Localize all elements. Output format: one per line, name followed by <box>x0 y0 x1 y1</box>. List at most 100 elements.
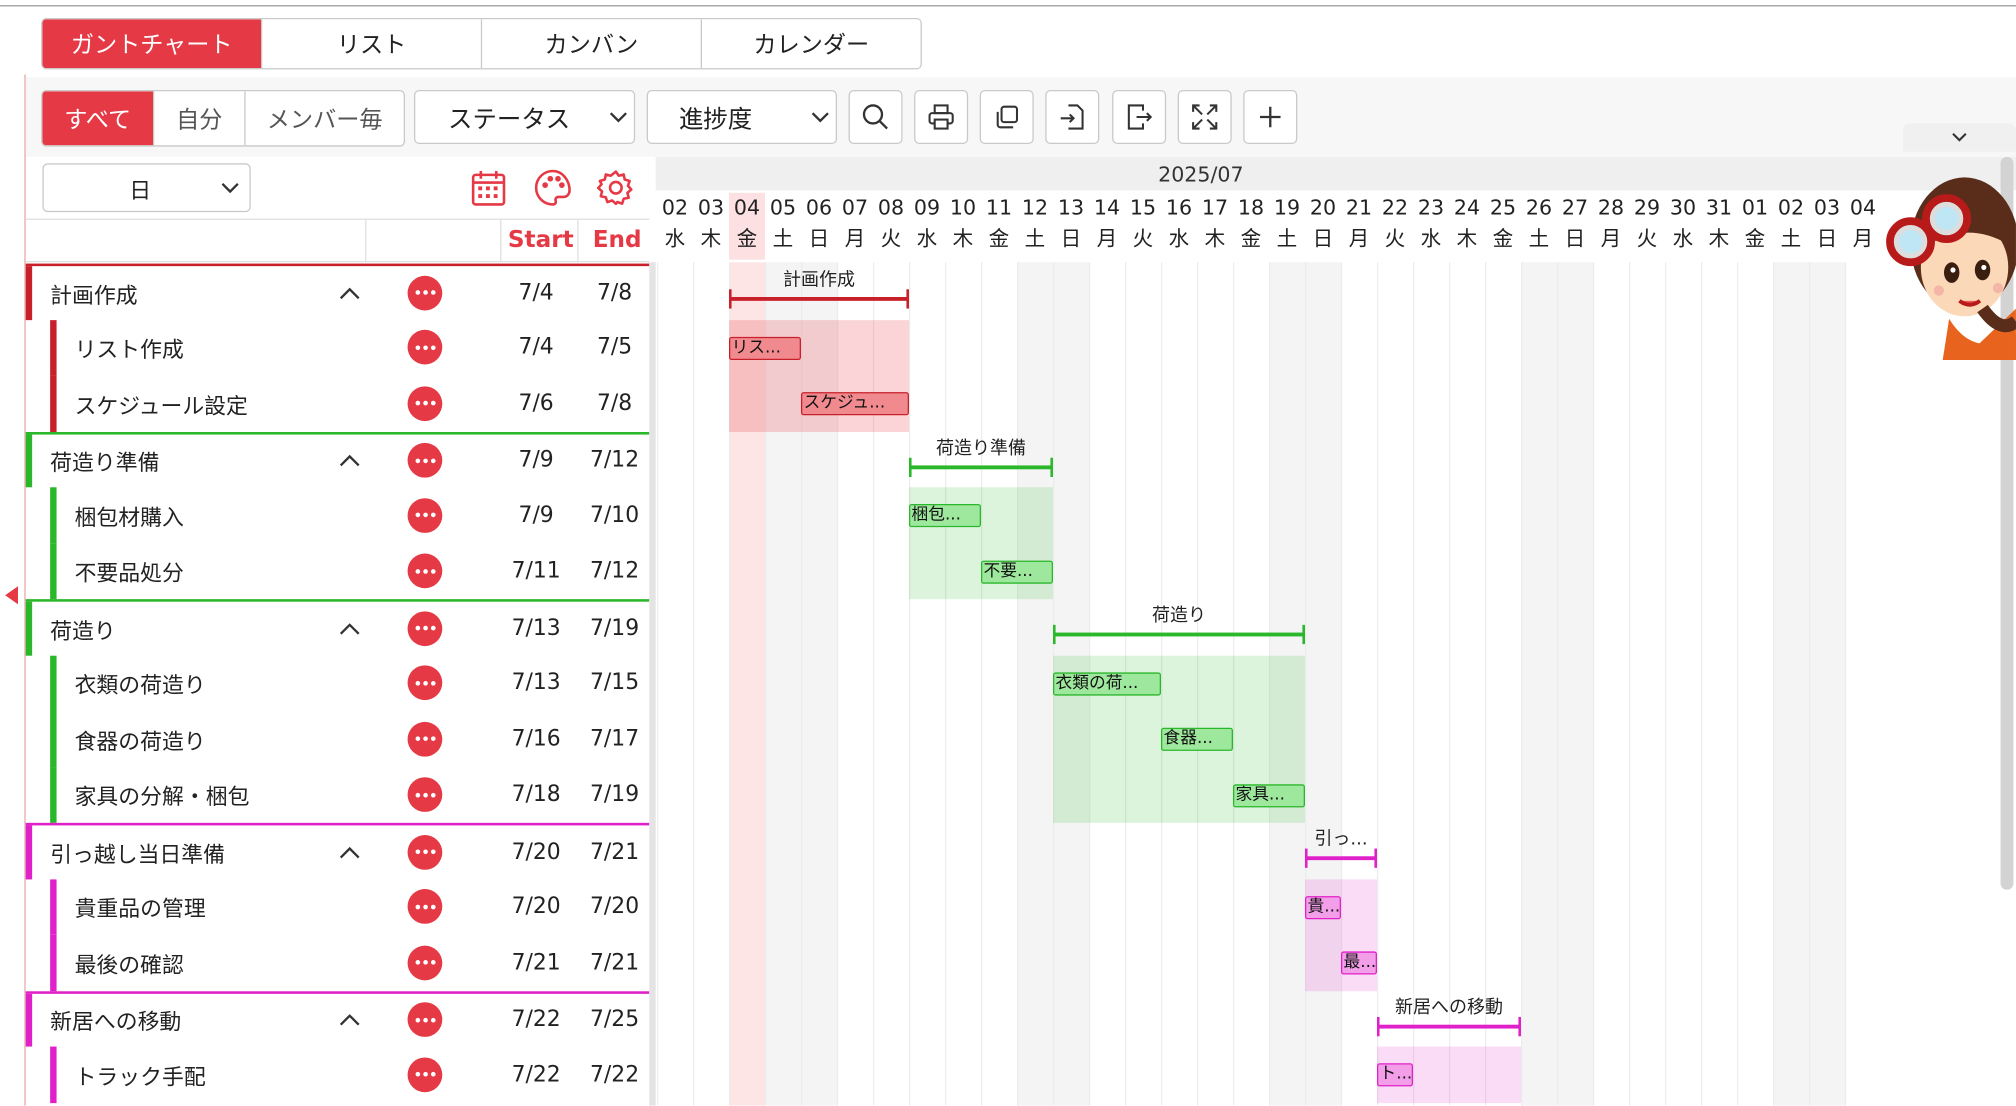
task-bar[interactable]: 衣類の荷... <box>1052 671 1161 695</box>
print-icon <box>928 104 954 130</box>
filter-me-button[interactable]: 自分 <box>152 91 244 146</box>
task-group-row[interactable]: 引っ越し当日準備 7/20 7/21 <box>25 822 650 879</box>
task-end-date: 7/12 <box>590 447 640 474</box>
task-bar[interactable]: 貴... <box>1304 895 1341 919</box>
task-group-row[interactable]: 新居への移動 7/22 7/25 <box>25 990 650 1047</box>
task-group-row[interactable]: 計画作成 7/4 7/8 <box>25 263 650 320</box>
more-options-button[interactable] <box>407 665 443 701</box>
more-options-button[interactable] <box>407 1002 443 1038</box>
task-bar[interactable]: 最... <box>1340 951 1377 975</box>
more-options-button[interactable] <box>407 497 443 533</box>
status-select[interactable]: ステータス <box>413 89 636 144</box>
day-number: 15 <box>1129 195 1157 220</box>
task-row[interactable]: 最後の確認 7/21 7/21 <box>26 934 650 991</box>
more-options-button[interactable] <box>407 443 443 478</box>
color-indicator <box>50 655 57 711</box>
task-bar[interactable]: 食器... <box>1160 727 1233 751</box>
day-header: 22 火 <box>1377 193 1413 260</box>
more-options-button[interactable] <box>407 834 443 870</box>
expand-sidebar-arrow-icon[interactable] <box>5 586 18 605</box>
settings-button[interactable] <box>596 168 636 212</box>
tab-calendar[interactable]: カレンダー <box>700 19 921 69</box>
calendar-button[interactable] <box>471 168 507 212</box>
chevron-up-icon[interactable] <box>339 286 360 299</box>
color-indicator <box>25 433 33 488</box>
more-options-button[interactable] <box>407 553 443 589</box>
chevron-up-icon[interactable] <box>339 1013 360 1026</box>
more-options-button[interactable] <box>407 777 443 813</box>
task-row[interactable]: スケジュール設定 7/6 7/8 <box>26 375 650 432</box>
group-summary-bar[interactable] <box>1052 624 1305 645</box>
color-indicator <box>50 878 57 935</box>
task-row[interactable]: 貴重品の管理 7/20 7/20 <box>26 878 650 935</box>
task-row[interactable]: 梱包材購入 7/9 7/10 <box>26 487 650 544</box>
tab-kanban[interactable]: カンバン <box>480 19 701 69</box>
chevron-down-icon <box>1952 132 1967 142</box>
group-summary-bar[interactable] <box>728 289 909 309</box>
color-button[interactable] <box>534 168 573 212</box>
day-number: 26 <box>1525 195 1553 220</box>
ellipsis-icon <box>414 401 435 406</box>
task-bar[interactable]: ト... <box>1376 1063 1413 1087</box>
task-bar[interactable]: 家具... <box>1232 783 1305 807</box>
more-options-button[interactable] <box>407 889 443 925</box>
more-options-button[interactable] <box>407 721 443 757</box>
task-bar[interactable]: 梱包... <box>908 503 981 528</box>
time-unit-select[interactable]: 日 <box>42 163 251 213</box>
filter-all-button[interactable]: すべて <box>42 91 153 146</box>
day-header: 02 水 <box>657 193 693 260</box>
export-button[interactable] <box>1112 89 1167 144</box>
ellipsis-icon <box>414 1072 435 1077</box>
collapse-toolbar-button[interactable] <box>1902 123 2016 152</box>
task-row[interactable]: 不要品処分 7/11 7/12 <box>26 543 650 600</box>
fullscreen-button[interactable] <box>1177 89 1232 144</box>
weekday-label: 日 <box>1060 226 1082 251</box>
chevron-up-icon[interactable] <box>339 454 360 467</box>
group-bar-label: 荷造り準備 <box>935 437 1026 459</box>
tab-list[interactable]: リスト <box>260 19 481 69</box>
task-row[interactable]: 食器の荷造り 7/16 7/17 <box>26 710 650 767</box>
day-header: 17 木 <box>1197 193 1233 260</box>
task-bar[interactable]: スケジュ... <box>800 392 909 416</box>
task-end-date: 7/10 <box>590 502 640 529</box>
task-row[interactable]: トラック手配 7/22 7/22 <box>26 1046 650 1103</box>
task-row[interactable]: リスト作成 7/4 7/5 <box>26 319 650 376</box>
print-button[interactable] <box>914 89 969 144</box>
group-summary-bar[interactable] <box>1376 1016 1521 1036</box>
copy-button[interactable] <box>979 89 1034 144</box>
color-indicator <box>50 319 57 376</box>
more-options-button[interactable] <box>407 330 443 365</box>
task-bar[interactable]: リス... <box>728 336 801 360</box>
day-header: 30 水 <box>1665 193 1701 260</box>
task-row[interactable]: 家具の分解・梱包 7/18 7/19 <box>26 766 650 823</box>
task-end-date: 7/22 <box>590 1061 640 1088</box>
task-group-row[interactable]: 荷造り 7/13 7/19 <box>25 599 650 656</box>
search-button[interactable] <box>848 89 903 144</box>
group-summary-bar[interactable] <box>1304 848 1377 868</box>
filter-by-member-button[interactable]: メンバー毎 <box>244 91 403 146</box>
progress-select-label: 進捗度 <box>678 104 753 134</box>
day-number: 25 <box>1489 195 1517 220</box>
day-number: 08 <box>877 195 905 220</box>
more-options-button[interactable] <box>407 1057 443 1092</box>
task-start-date: 7/9 <box>518 502 554 529</box>
task-group-row[interactable]: 荷造り準備 7/9 7/12 <box>25 431 650 488</box>
more-options-button[interactable] <box>407 386 443 421</box>
tab-gantt[interactable]: ガントチャート <box>42 19 261 69</box>
panel-splitter[interactable] <box>649 262 656 1106</box>
weekday-label: 水 <box>916 226 938 251</box>
task-bar[interactable]: 不要... <box>980 559 1053 584</box>
chevron-up-icon[interactable] <box>339 846 360 859</box>
task-start-date: 7/21 <box>511 949 561 976</box>
palette-icon <box>534 169 571 206</box>
add-task-button[interactable] <box>1243 89 1298 144</box>
more-options-button[interactable] <box>407 945 443 981</box>
group-summary-bar[interactable] <box>908 457 1053 477</box>
task-row[interactable]: 衣類の荷造り 7/13 7/15 <box>26 655 650 711</box>
more-options-button[interactable] <box>407 275 443 311</box>
more-options-button[interactable] <box>407 611 443 646</box>
progress-select[interactable]: 進捗度 <box>646 89 837 144</box>
import-button[interactable] <box>1045 89 1100 144</box>
view-tabs: ガントチャート リスト カンバン カレンダー <box>41 17 922 70</box>
chevron-up-icon[interactable] <box>339 622 360 635</box>
